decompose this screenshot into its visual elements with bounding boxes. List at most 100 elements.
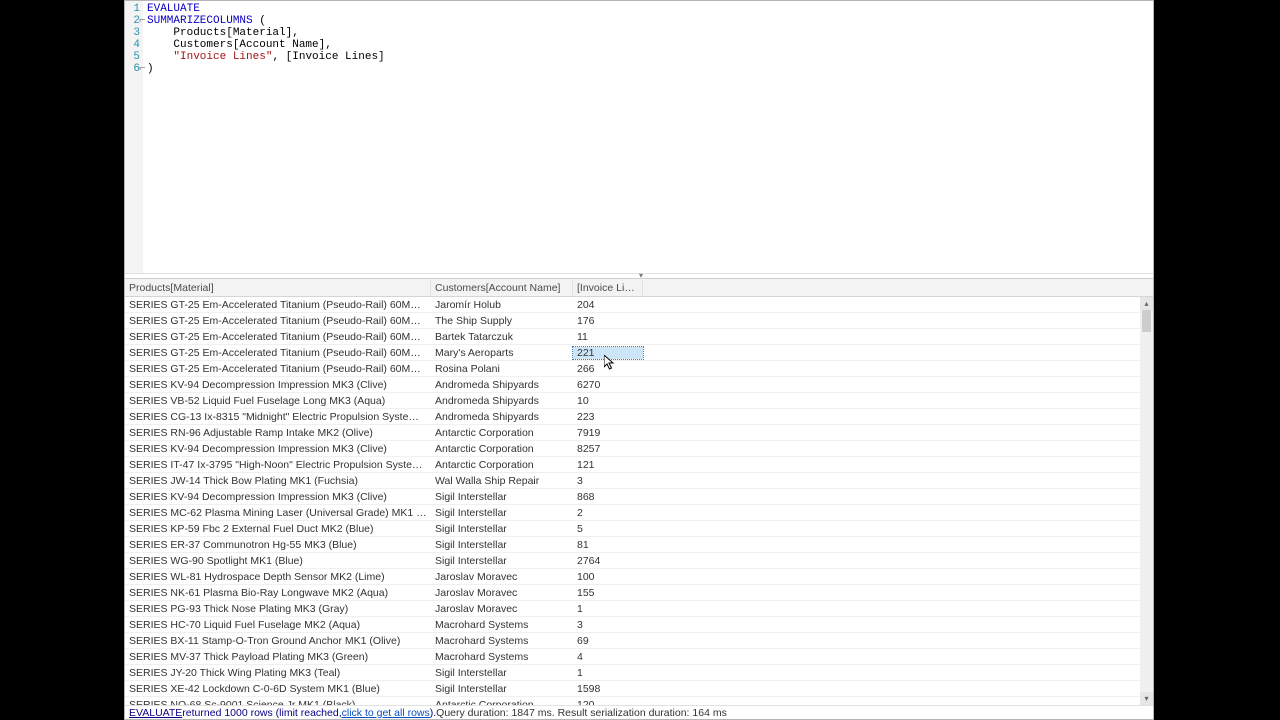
cell[interactable]: SERIES KV-94 Decompression Impression MK…: [125, 379, 431, 391]
cell[interactable]: Jaroslav Moravec: [431, 587, 573, 599]
table-row[interactable]: SERIES NO-68 Sc-9001 Science Jr MK1 (Bla…: [125, 697, 1153, 705]
table-row[interactable]: SERIES GT-25 Em-Accelerated Titanium (Ps…: [125, 329, 1153, 345]
cell[interactable]: SERIES NK-61 Plasma Bio-Ray Longwave MK2…: [125, 587, 431, 599]
table-row[interactable]: SERIES GT-25 Em-Accelerated Titanium (Ps…: [125, 361, 1153, 377]
cell[interactable]: Sigil Interstellar: [431, 507, 573, 519]
cell[interactable]: 1598: [573, 683, 643, 695]
cell[interactable]: Sigil Interstellar: [431, 523, 573, 535]
table-row[interactable]: SERIES CG-13 Ix-8315 "Midnight" Electric…: [125, 409, 1153, 425]
table-row[interactable]: SERIES GT-25 Em-Accelerated Titanium (Ps…: [125, 345, 1153, 361]
cell[interactable]: Antarctic Corporation: [431, 443, 573, 455]
code-area[interactable]: EVALUATE⌐SUMMARIZECOLUMNS ( Products[Mat…: [143, 1, 1153, 273]
cell[interactable]: Sigil Interstellar: [431, 667, 573, 679]
cell[interactable]: The Ship Supply: [431, 315, 573, 327]
cell[interactable]: 2: [573, 507, 643, 519]
table-row[interactable]: SERIES GT-25 Em-Accelerated Titanium (Ps…: [125, 313, 1153, 329]
cell[interactable]: 5: [573, 523, 643, 535]
cell[interactable]: Andromeda Shipyards: [431, 379, 573, 391]
cell[interactable]: Antarctic Corporation: [431, 459, 573, 471]
cell[interactable]: Jaromír Holub: [431, 299, 573, 311]
cell[interactable]: SERIES IT-47 Ix-3795 "High-Noon" Electri…: [125, 459, 431, 471]
cell[interactable]: Sigil Interstellar: [431, 555, 573, 567]
cell[interactable]: SERIES MC-62 Plasma Mining Laser (Univer…: [125, 507, 431, 519]
cell[interactable]: 3: [573, 619, 643, 631]
table-row[interactable]: SERIES KV-94 Decompression Impression MK…: [125, 441, 1153, 457]
column-header-account[interactable]: Customers[Account Name]: [431, 280, 573, 296]
cell[interactable]: 121: [573, 459, 643, 471]
cell[interactable]: 204: [573, 299, 643, 311]
cell[interactable]: SERIES JY-20 Thick Wing Plating MK3 (Tea…: [125, 667, 431, 679]
table-row[interactable]: SERIES KV-94 Decompression Impression MK…: [125, 377, 1153, 393]
cell[interactable]: SERIES RN-96 Adjustable Ramp Intake MK2 …: [125, 427, 431, 439]
cell[interactable]: Rosina Polani: [431, 363, 573, 375]
cell[interactable]: SERIES GT-25 Em-Accelerated Titanium (Ps…: [125, 363, 431, 375]
table-row[interactable]: SERIES IT-47 Ix-3795 "High-Noon" Electri…: [125, 457, 1153, 473]
table-row[interactable]: SERIES PG-93 Thick Nose Plating MK3 (Gra…: [125, 601, 1153, 617]
cell[interactable]: SERIES KP-59 Fbc 2 External Fuel Duct MK…: [125, 523, 431, 535]
cell[interactable]: SERIES PG-93 Thick Nose Plating MK3 (Gra…: [125, 603, 431, 615]
cell[interactable]: 221: [573, 347, 643, 359]
code-editor[interactable]: 123456 EVALUATE⌐SUMMARIZECOLUMNS ( Produ…: [125, 1, 1153, 273]
cell[interactable]: 100: [573, 571, 643, 583]
cell[interactable]: SERIES VB-52 Liquid Fuel Fuselage Long M…: [125, 395, 431, 407]
cell[interactable]: Jaroslav Moravec: [431, 571, 573, 583]
cell[interactable]: Bartek Tatarczuk: [431, 331, 573, 343]
get-all-rows-link[interactable]: click to get all rows: [342, 707, 430, 719]
table-row[interactable]: SERIES BX-11 Stamp-O-Tron Ground Anchor …: [125, 633, 1153, 649]
cell[interactable]: 81: [573, 539, 643, 551]
table-row[interactable]: SERIES XE-42 Lockdown C-0-6D System MK1 …: [125, 681, 1153, 697]
table-row[interactable]: SERIES MV-37 Thick Payload Plating MK3 (…: [125, 649, 1153, 665]
cell[interactable]: 6270: [573, 379, 643, 391]
cell[interactable]: Mary's Aeroparts: [431, 347, 573, 359]
cell[interactable]: 266: [573, 363, 643, 375]
cell[interactable]: 120: [573, 699, 643, 706]
scroll-up-icon[interactable]: ▴: [1140, 297, 1153, 310]
column-header-material[interactable]: Products[Material]: [125, 280, 431, 296]
table-row[interactable]: SERIES JY-20 Thick Wing Plating MK3 (Tea…: [125, 665, 1153, 681]
cell[interactable]: SERIES CG-13 Ix-8315 "Midnight" Electric…: [125, 411, 431, 423]
cell[interactable]: 155: [573, 587, 643, 599]
cell[interactable]: Macrohard Systems: [431, 635, 573, 647]
scroll-thumb[interactable]: [1142, 310, 1151, 332]
vertical-scrollbar[interactable]: ▴ ▾: [1140, 297, 1153, 705]
cell[interactable]: SERIES WG-90 Spotlight MK1 (Blue): [125, 555, 431, 567]
table-row[interactable]: SERIES JW-14 Thick Bow Plating MK1 (Fuch…: [125, 473, 1153, 489]
cell[interactable]: SERIES NO-68 Sc-9001 Science Jr MK1 (Bla…: [125, 699, 431, 706]
cell[interactable]: SERIES JW-14 Thick Bow Plating MK1 (Fuch…: [125, 475, 431, 487]
cell[interactable]: Antarctic Corporation: [431, 699, 573, 706]
cell[interactable]: 7919: [573, 427, 643, 439]
cell[interactable]: SERIES BX-11 Stamp-O-Tron Ground Anchor …: [125, 635, 431, 647]
cell[interactable]: 868: [573, 491, 643, 503]
scroll-down-icon[interactable]: ▾: [1140, 692, 1153, 705]
table-row[interactable]: SERIES HC-70 Liquid Fuel Fuselage MK2 (A…: [125, 617, 1153, 633]
table-row[interactable]: SERIES VB-52 Liquid Fuel Fuselage Long M…: [125, 393, 1153, 409]
cell[interactable]: Macrohard Systems: [431, 651, 573, 663]
cell[interactable]: SERIES XE-42 Lockdown C-0-6D System MK1 …: [125, 683, 431, 695]
cell[interactable]: 4: [573, 651, 643, 663]
cell[interactable]: SERIES HC-70 Liquid Fuel Fuselage MK2 (A…: [125, 619, 431, 631]
cell[interactable]: Jaroslav Moravec: [431, 603, 573, 615]
cell[interactable]: SERIES GT-25 Em-Accelerated Titanium (Ps…: [125, 331, 431, 343]
cell[interactable]: SERIES GT-25 Em-Accelerated Titanium (Ps…: [125, 347, 431, 359]
cell[interactable]: Wal Walla Ship Repair: [431, 475, 573, 487]
pane-splitter[interactable]: [125, 273, 1153, 279]
cell[interactable]: SERIES GT-25 Em-Accelerated Titanium (Ps…: [125, 299, 431, 311]
table-row[interactable]: SERIES GT-25 Em-Accelerated Titanium (Ps…: [125, 297, 1153, 313]
table-row[interactable]: SERIES RN-96 Adjustable Ramp Intake MK2 …: [125, 425, 1153, 441]
table-row[interactable]: SERIES WG-90 Spotlight MK1 (Blue)Sigil I…: [125, 553, 1153, 569]
cell[interactable]: Macrohard Systems: [431, 619, 573, 631]
cell[interactable]: 8257: [573, 443, 643, 455]
table-row[interactable]: SERIES KV-94 Decompression Impression MK…: [125, 489, 1153, 505]
cell[interactable]: 3: [573, 475, 643, 487]
cell[interactable]: SERIES MV-37 Thick Payload Plating MK3 (…: [125, 651, 431, 663]
grid-body[interactable]: SERIES GT-25 Em-Accelerated Titanium (Ps…: [125, 297, 1153, 705]
cell[interactable]: SERIES KV-94 Decompression Impression MK…: [125, 491, 431, 503]
cell[interactable]: 2764: [573, 555, 643, 567]
cell[interactable]: Sigil Interstellar: [431, 683, 573, 695]
cell[interactable]: SERIES KV-94 Decompression Impression MK…: [125, 443, 431, 455]
table-row[interactable]: SERIES MC-62 Plasma Mining Laser (Univer…: [125, 505, 1153, 521]
cell[interactable]: SERIES WL-81 Hydrospace Depth Sensor MK2…: [125, 571, 431, 583]
cell[interactable]: SERIES ER-37 Communotron Hg-55 MK3 (Blue…: [125, 539, 431, 551]
cell[interactable]: Sigil Interstellar: [431, 539, 573, 551]
cell[interactable]: 69: [573, 635, 643, 647]
